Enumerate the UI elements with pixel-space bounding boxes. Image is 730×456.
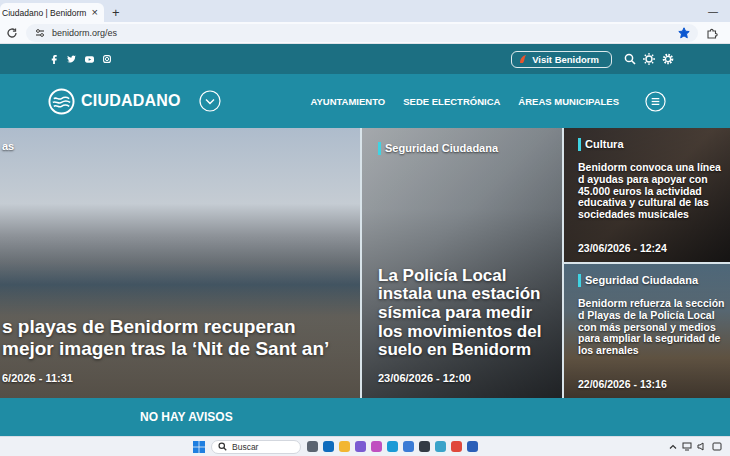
featured-news-card[interactable]: Seguridad Ciudadana La Policía Local inst…	[362, 128, 562, 398]
instagram-icon[interactable]	[103, 55, 111, 63]
chrome-profile-icon[interactable]	[355, 441, 366, 452]
windows-start-icon[interactable]	[193, 441, 205, 453]
task-view-icon[interactable]	[307, 441, 318, 452]
main-nav: CIUDADANO AYUNTAMIENTO SEDE ELECTRÓNICA ÁRE…	[0, 74, 730, 128]
settings-gear-icon[interactable]	[662, 53, 674, 65]
url-field[interactable]: benidorm.org/es	[26, 24, 698, 42]
nav-item[interactable]: ÁREAS MUNICIPALES	[518, 96, 619, 107]
address-bar: benidorm.org/es	[0, 22, 730, 44]
news-title: s playas de Benidorm recuperan mejor ima…	[2, 316, 346, 360]
news-category: Seguridad Ciudadana	[378, 142, 498, 155]
search-placeholder: Buscar	[232, 442, 258, 452]
site-info-icon[interactable]	[34, 27, 46, 39]
header-tools	[624, 53, 674, 65]
search-icon	[218, 442, 227, 451]
minimize-button[interactable]: —	[708, 6, 718, 17]
contrast-sun-icon[interactable]	[643, 53, 655, 65]
social-links	[50, 55, 111, 64]
edge-icon[interactable]	[387, 441, 398, 452]
visit-benidorm-button[interactable]: Visit Benidorm	[511, 51, 612, 68]
logo-icon	[48, 88, 75, 115]
file-explorer-icon[interactable]	[339, 441, 350, 452]
outlook-icon[interactable]	[323, 441, 334, 452]
side-news-card[interactable]: Cultura Benidorm convoca una línea d ayud…	[564, 128, 730, 262]
side-news: Cultura Benidorm convoca una línea d ayud…	[564, 128, 730, 398]
nav-menu: AYUNTAMIENTO SEDE ELECTRÓNICA ÁREAS MUNICI…	[310, 96, 619, 107]
hamburger-menu-icon[interactable]	[645, 91, 666, 112]
nav-item[interactable]: AYUNTAMIENTO	[310, 96, 385, 107]
notices-text: NO HAY AVISOS	[140, 410, 233, 424]
news-hero: as s playas de Benidorm recuperan mejor i…	[0, 128, 730, 398]
photos-icon[interactable]	[435, 441, 446, 452]
visit-button-label: Visit Benidorm	[532, 54, 599, 65]
youtube-icon[interactable]	[85, 56, 94, 63]
chevron-up-icon[interactable]	[669, 443, 677, 451]
chrome-icon[interactable]	[451, 441, 462, 452]
news-title: Benidorm convoca una línea d ayudas para…	[578, 162, 726, 221]
speaker-icon[interactable]	[697, 442, 707, 451]
news-title: La Policía Local instala una estación sí…	[378, 267, 552, 360]
visit-logo-icon	[519, 54, 527, 64]
news-category: Cultura	[578, 138, 624, 151]
taskbar-apps	[307, 441, 478, 452]
notification-icon[interactable]	[712, 442, 722, 451]
screen: Ciudadano | Benidorm × + — benidorm.org/es Vi…	[0, 0, 730, 456]
reload-icon[interactable]	[6, 27, 18, 39]
news-date: 6/2026 - 11:31	[2, 372, 346, 384]
notices-bar: NO HAY AVISOS	[0, 398, 730, 436]
extensions-icon[interactable]	[706, 27, 718, 39]
url-text: benidorm.org/es	[52, 28, 117, 38]
word-icon[interactable]	[467, 441, 478, 452]
news-category: as	[2, 140, 14, 153]
copilot-icon[interactable]	[371, 441, 382, 452]
chevron-down-icon[interactable]	[199, 90, 221, 112]
tab-close-button[interactable]: ×	[92, 7, 98, 18]
news-date: 22/06/2026 - 13:16	[578, 378, 726, 390]
new-tab-button[interactable]: +	[112, 6, 120, 19]
taskbar-search[interactable]: Buscar	[211, 440, 301, 454]
search-icon[interactable]	[624, 53, 636, 65]
news-category: Seguridad Ciudadana	[578, 274, 698, 287]
facebook-icon[interactable]	[50, 55, 58, 64]
site-top-bar: Visit Benidorm	[0, 44, 730, 74]
logo-text: CIUDADANO	[81, 92, 181, 110]
nav-item[interactable]: SEDE ELECTRÓNICA	[403, 96, 500, 107]
terminal-icon[interactable]	[419, 441, 430, 452]
system-tray	[669, 442, 722, 451]
site-logo[interactable]: CIUDADANO	[48, 88, 221, 115]
news-date: 23/06/2026 - 12:00	[378, 372, 552, 384]
taskbar: Buscar	[0, 436, 730, 456]
network-icon[interactable]	[682, 442, 692, 451]
store-icon[interactable]	[403, 441, 414, 452]
bookmark-star-icon[interactable]	[678, 27, 690, 39]
browser-tab[interactable]: Ciudadano | Benidorm ×	[0, 3, 104, 22]
side-news-card[interactable]: Seguridad Ciudadana Benidorm refuerza la …	[564, 264, 730, 398]
tab-title: Ciudadano | Benidorm	[2, 8, 88, 18]
news-title: Benidorm refuerza la sección d Playas de…	[578, 298, 726, 357]
tab-strip: Ciudadano | Benidorm × + —	[0, 0, 730, 22]
twitter-icon[interactable]	[67, 55, 76, 63]
news-date: 23/06/2026 - 12:24	[578, 242, 726, 254]
main-news-card[interactable]: as s playas de Benidorm recuperan mejor i…	[0, 128, 360, 398]
